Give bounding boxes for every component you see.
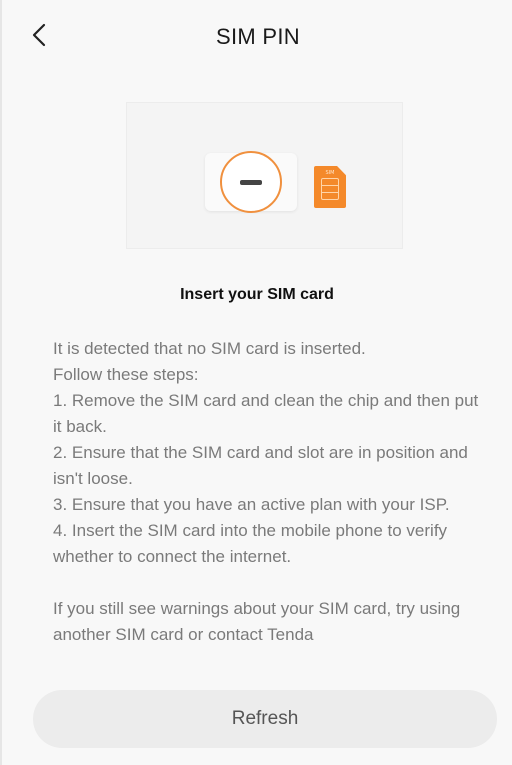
scroll-fade [2,660,512,690]
header: SIM PIN [2,0,512,72]
refresh-button[interactable]: Refresh [33,690,497,748]
sim-slot-highlight [220,151,282,213]
sim-card-label: SIM [325,170,335,176]
sim-chip-icon [321,178,339,200]
instructions-text: It is detected that no SIM card is inser… [53,336,483,648]
sim-illustration: SIM [126,102,403,249]
sim-slot [240,180,262,185]
sim-card-icon: SIM [314,166,346,208]
instruction-heading: Insert your SIM card [180,286,334,303]
instruction-step: 2. Ensure that the SIM card and slot are… [53,443,468,488]
sim-pin-screen: SIM PIN SIM Insert your SIM card It is d… [0,0,512,765]
instruction-line: It is detected that no SIM card is inser… [53,339,366,358]
instruction-step: 1. Remove the SIM card and clean the chi… [53,391,479,436]
help-note: If you still see warnings about your SIM… [53,599,461,644]
router-device-image [205,151,297,213]
page-title: SIM PIN [216,24,300,49]
instruction-step: 3. Ensure that you have an active plan w… [53,495,450,514]
instruction-line: Follow these steps: [53,365,199,384]
instruction-step: 4. Insert the SIM card into the mobile p… [53,521,448,566]
